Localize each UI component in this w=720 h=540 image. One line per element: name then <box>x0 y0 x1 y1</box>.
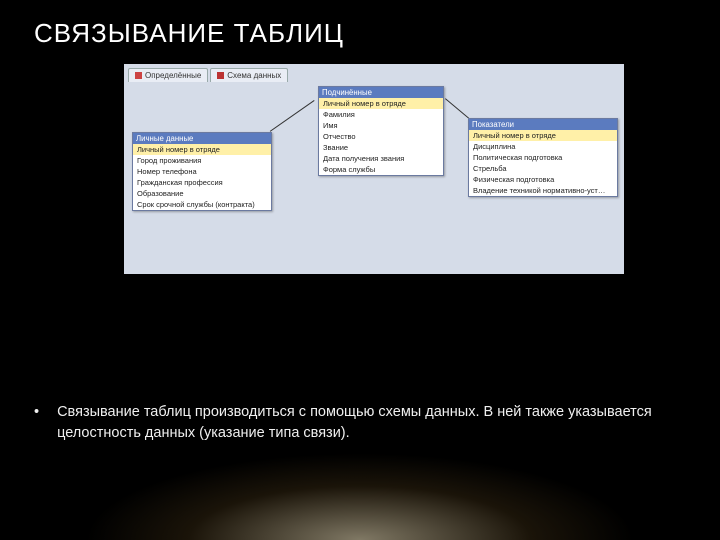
schema-icon <box>217 72 224 79</box>
table-row-pk: Личный номер в отряде <box>133 144 271 155</box>
table-row: Город проживания <box>133 155 271 166</box>
tab-bar: Определённые Схема данных <box>128 68 288 82</box>
table-row: Номер телефона <box>133 166 271 177</box>
table-row: Образование <box>133 188 271 199</box>
table-row: Стрельба <box>469 163 617 174</box>
table-row: Физическая подготовка <box>469 174 617 185</box>
relation-line <box>270 100 315 132</box>
table-row-pk: Личный номер в отряде <box>319 98 443 109</box>
table-row: Форма службы <box>319 164 443 175</box>
table-row: Владение техникой нормативно-уст… <box>469 185 617 196</box>
table-row: Отчество <box>319 131 443 142</box>
bullet-text: Связывание таблиц производиться с помощь… <box>57 402 680 444</box>
tab-defined[interactable]: Определённые <box>128 68 208 82</box>
table-row: Срок срочной службы (контракта) <box>133 199 271 210</box>
table-row: Фамилия <box>319 109 443 120</box>
table-indicators[interactable]: Показатели Личный номер в отряде Дисципл… <box>468 118 618 197</box>
table-row-pk: Личный номер в отряде <box>469 130 617 141</box>
table-row: Имя <box>319 120 443 131</box>
schema-workspace: Личные данные Личный номер в отряде Горо… <box>128 86 620 232</box>
tab-label: Определённые <box>145 71 201 80</box>
tab-schema[interactable]: Схема данных <box>210 68 288 82</box>
tab-label: Схема данных <box>227 71 281 80</box>
table-row: Политическая подготовка <box>469 152 617 163</box>
schema-screenshot: Определённые Схема данных Личные данные … <box>124 64 624 274</box>
table-personal-data[interactable]: Личные данные Личный номер в отряде Горо… <box>132 132 272 211</box>
table-row: Звание <box>319 142 443 153</box>
table-header: Показатели <box>469 119 617 130</box>
table-row: Гражданская профессия <box>133 177 271 188</box>
spotlight-glow <box>0 450 720 540</box>
bullet-marker: • <box>34 402 39 444</box>
slide-title: СВЯЗЫВАНИЕ ТАБЛИЦ <box>34 18 344 49</box>
table-row: Дисциплина <box>469 141 617 152</box>
bullet-item: • Связывание таблиц производиться с помо… <box>34 402 680 444</box>
table-header: Личные данные <box>133 133 271 144</box>
table-icon <box>135 72 142 79</box>
table-subordinates[interactable]: Подчинённые Личный номер в отряде Фамили… <box>318 86 444 176</box>
table-header: Подчинённые <box>319 87 443 98</box>
table-row: Дата получения звания <box>319 153 443 164</box>
